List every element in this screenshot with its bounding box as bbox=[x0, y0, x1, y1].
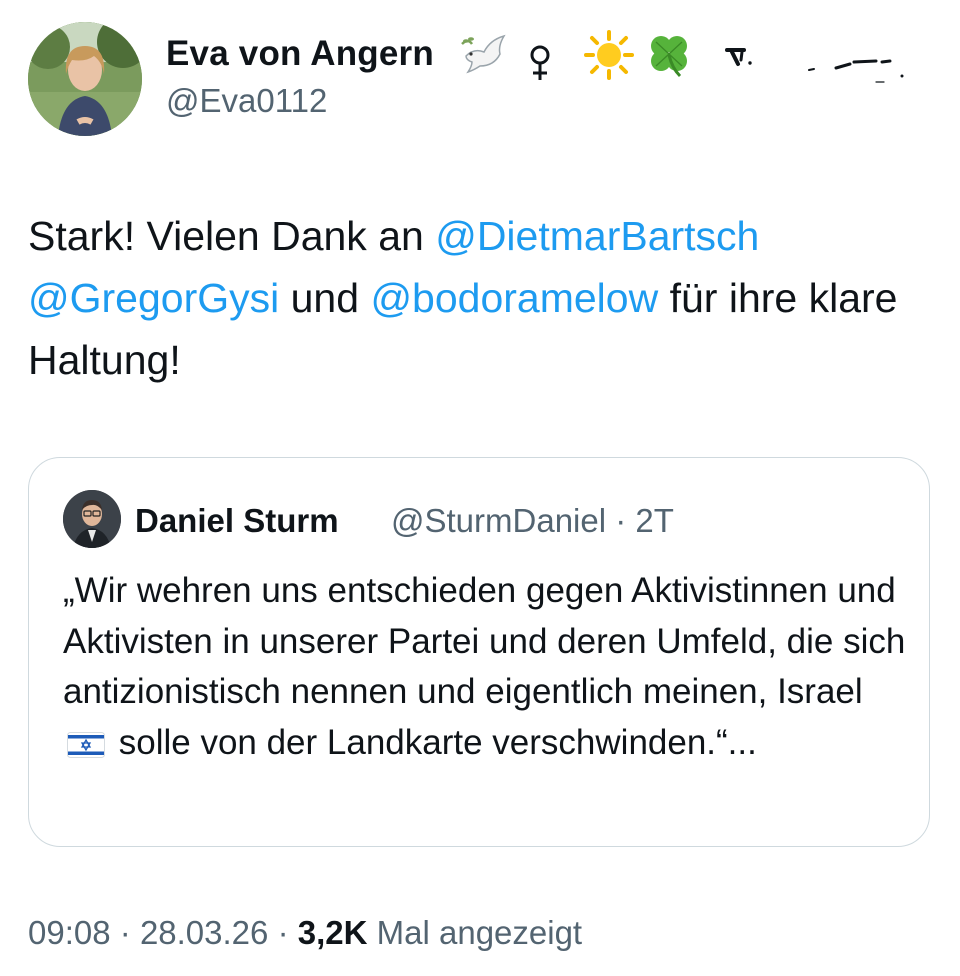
dove-icon bbox=[461, 34, 506, 74]
author-handle[interactable]: @Eva0112 bbox=[166, 82, 327, 120]
four-leaf-clover-icon bbox=[651, 36, 687, 78]
quoted-text-after-flag: solle von der Landkarte verschwinden.“..… bbox=[118, 722, 757, 762]
author-avatar[interactable] bbox=[28, 22, 142, 136]
tweet-text: Stark! Vielen Dank an @DietmarBartsch @G… bbox=[28, 205, 928, 391]
mention-link[interactable]: @GregorGysi bbox=[28, 275, 279, 321]
tweet-text-segment: und bbox=[279, 275, 371, 321]
obscured-name-glyphs bbox=[725, 48, 904, 83]
tweet-detail: Eva von Angern @Eva0112 Stark! Vielen Da… bbox=[0, 0, 960, 976]
mention-link[interactable]: @bodoramelow bbox=[370, 275, 658, 321]
author-display-name[interactable]: Eva von Angern bbox=[166, 34, 434, 74]
tweet-date[interactable]: 28.03.26 bbox=[140, 914, 268, 951]
quoted-text-before-flag: „Wir wehren uns entschieden gegen Aktivi… bbox=[63, 571, 906, 711]
female-sign-icon bbox=[530, 45, 550, 80]
quoted-author-avatar[interactable] bbox=[63, 490, 121, 548]
quoted-handle-time[interactable]: @SturmDaniel · 2T bbox=[391, 502, 674, 540]
tweet-text-segment: Stark! Vielen Dank an bbox=[28, 213, 436, 259]
views-label: Mal angezeigt bbox=[376, 914, 583, 951]
quoted-tweet-text: „Wir wehren uns entschieden gegen Aktivi… bbox=[63, 566, 913, 768]
quoted-tweet-card[interactable]: Daniel Sturm @SturmDaniel · 2T „Wir wehr… bbox=[28, 457, 930, 847]
views-count[interactable]: 3,2K bbox=[298, 914, 368, 951]
mention-link[interactable]: @DietmarBartsch bbox=[435, 213, 759, 259]
meta-separator: · bbox=[119, 914, 131, 951]
sun-icon bbox=[584, 30, 634, 80]
quoted-display-name[interactable]: Daniel Sturm bbox=[135, 502, 339, 540]
israel-flag-icon bbox=[67, 731, 105, 758]
meta-separator: · bbox=[277, 914, 289, 951]
tweet-meta: 09:08 · 28.03.26 · 3,2K Mal angezeigt bbox=[28, 914, 582, 952]
tweet-time[interactable]: 09:08 bbox=[28, 914, 111, 951]
